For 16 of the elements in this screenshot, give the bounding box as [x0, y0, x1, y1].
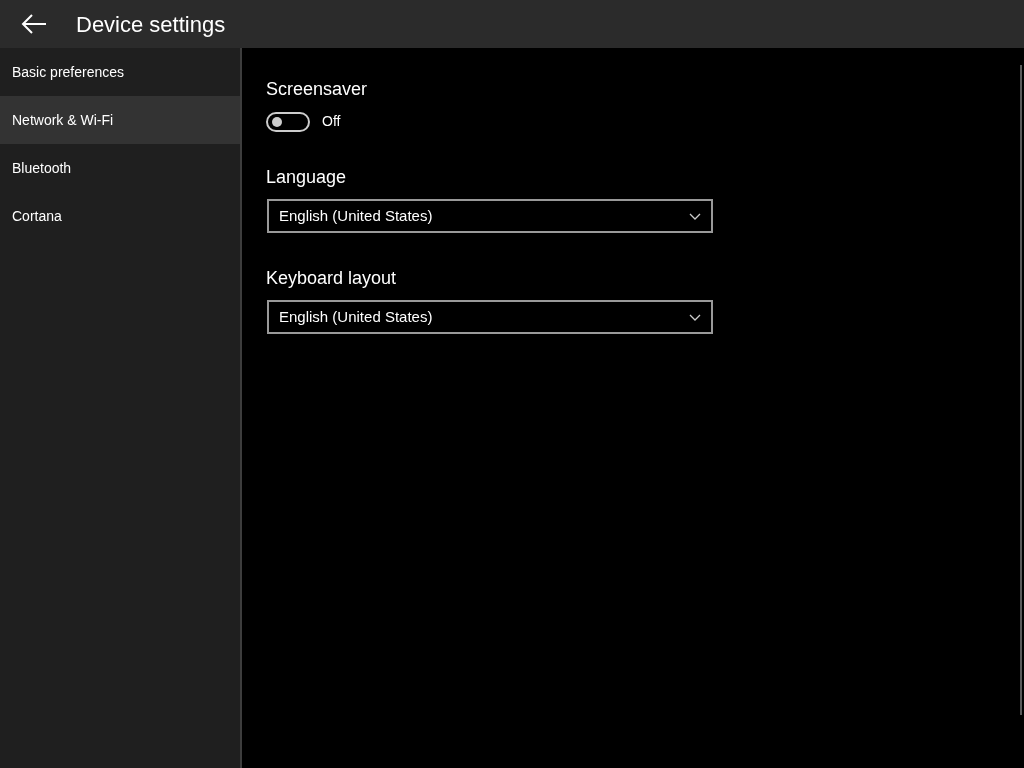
- setting-label: Language: [266, 166, 348, 189]
- setting-label: Keyboard layout: [266, 267, 398, 290]
- scrollbar[interactable]: [1020, 65, 1022, 715]
- toggle-state: Off: [322, 112, 341, 131]
- toggle-switch[interactable]: [266, 111, 310, 132]
- back-arrow-icon: [21, 14, 47, 34]
- chevron-down-icon: [689, 313, 701, 321]
- dropdown[interactable]: English (United States): [267, 199, 713, 233]
- sidebar-item[interactable]: Bluetooth: [0, 144, 240, 192]
- setting-label: Screensaver: [266, 78, 369, 101]
- sidebar-item[interactable]: Network & Wi-Fi: [0, 96, 240, 144]
- page-title: Device settings: [76, 10, 226, 39]
- dropdown[interactable]: English (United States): [267, 300, 713, 334]
- chevron-down-icon: [689, 212, 701, 220]
- sidebar-item[interactable]: Cortana: [0, 192, 240, 240]
- sidebar-item[interactable]: Basic preferences: [0, 48, 240, 96]
